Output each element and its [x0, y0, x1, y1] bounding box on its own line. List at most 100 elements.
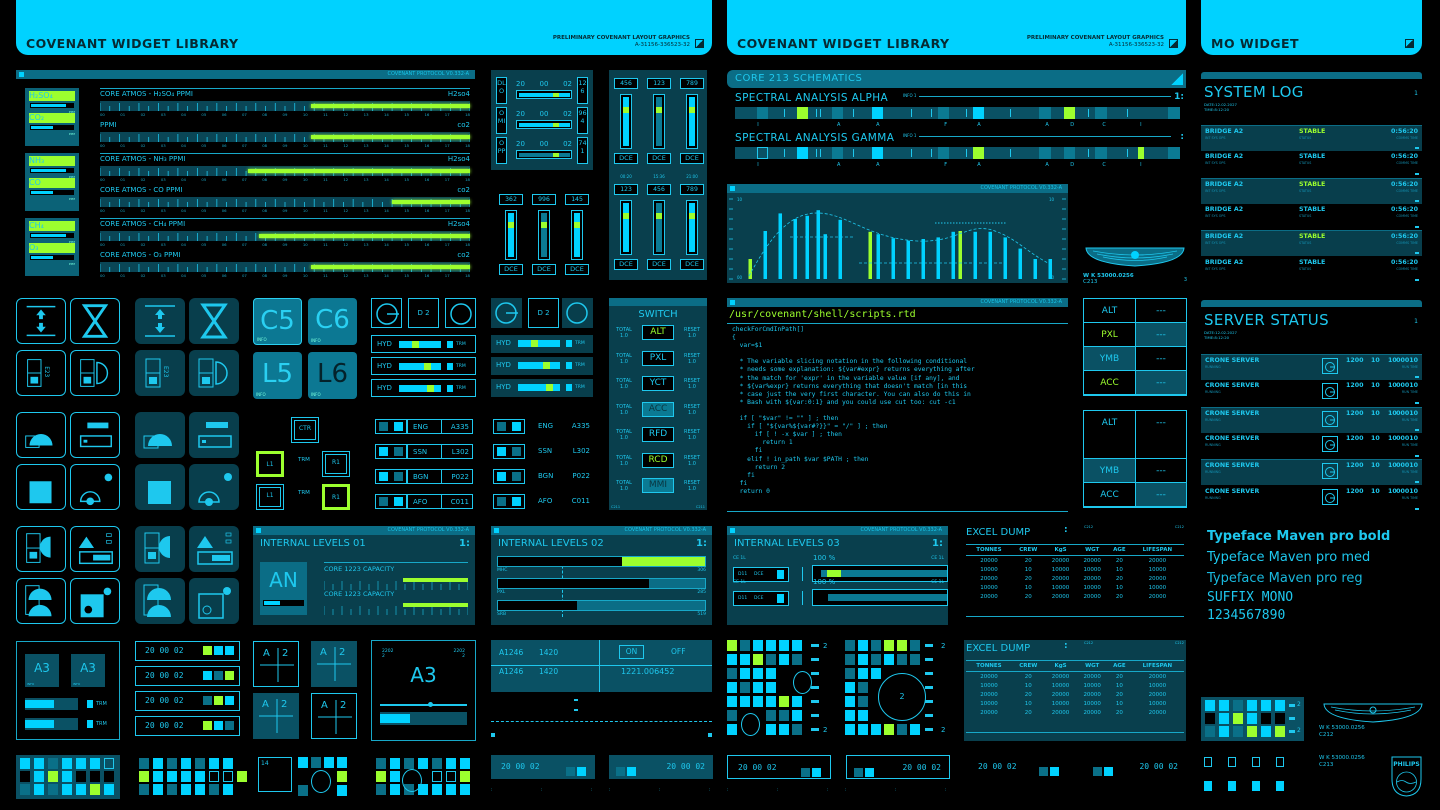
a2-tile[interactable]: A2 [253, 641, 299, 687]
tile-l5[interactable]: L5 INFO [253, 352, 302, 399]
a3-tile[interactable]: A3 INFO [25, 654, 59, 687]
button-l1[interactable]: L1 [256, 451, 284, 477]
box-dot-icon[interactable] [70, 578, 120, 624]
column-header[interactable]: CREW [1011, 660, 1045, 672]
grid-cell[interactable] [337, 771, 347, 782]
readout-row[interactable]: YMB --- [1084, 347, 1186, 371]
on-button[interactable]: ON [619, 645, 644, 659]
log-row[interactable]: BRIDGE A2 INT SYS OPS STABLE STATUS 0:56:20 C… [1201, 230, 1422, 257]
hyd-row[interactable]: HYD TRM [371, 379, 476, 397]
grid-cell[interactable] [1261, 700, 1271, 711]
power-icon[interactable] [1322, 383, 1338, 400]
power-icon[interactable] [1322, 463, 1338, 480]
grid-cell[interactable] [766, 654, 776, 665]
log-row[interactable]: BRIDGE A2 INT SYS OPS STABLE STATUS 0:56:20 C… [1201, 177, 1422, 204]
clock-row[interactable]: 20 00 02 [135, 641, 240, 661]
eng-row[interactable]: AFO C011 [533, 494, 593, 509]
d2-button[interactable]: D 2 [408, 298, 439, 328]
meter-track[interactable] [100, 166, 470, 176]
grid-cell[interactable] [871, 668, 881, 679]
grid-cell[interactable] [753, 654, 763, 665]
eng-row[interactable]: BGN P022 [533, 469, 593, 484]
grid-cell[interactable] [20, 771, 30, 782]
grid-cell[interactable] [740, 682, 750, 693]
readout-row[interactable]: ALT --- [1084, 411, 1186, 459]
eng-row[interactable]: BGN P022 [407, 469, 473, 484]
filled-square[interactable] [1252, 781, 1260, 791]
clock-readout[interactable]: 20 00 02 [609, 755, 713, 779]
grid-cell[interactable] [884, 640, 894, 651]
big-dial[interactable]: 2 [878, 673, 926, 721]
tile-l6[interactable]: L6 INFO [308, 352, 357, 399]
grid-cell[interactable] [779, 640, 789, 651]
switch-button-rcd[interactable]: RCD [642, 452, 674, 468]
script-code[interactable]: checkForCmdInPath[] { var=$1 * The varia… [732, 326, 975, 496]
grid-cell[interactable] [390, 784, 400, 795]
grid-cell[interactable] [139, 758, 149, 769]
log-row[interactable]: BRIDGE A2 INT SYS OPS STABLE STATUS 0:56:20 C… [1201, 151, 1422, 177]
grid-cell[interactable] [792, 696, 802, 707]
grid-cell[interactable] [753, 682, 763, 693]
grid-cell[interactable] [792, 710, 802, 721]
grid-cell[interactable] [766, 724, 776, 735]
door-half-circle-icon[interactable] [70, 350, 120, 396]
grid-cell[interactable] [779, 724, 789, 735]
grid-cell[interactable] [337, 757, 347, 768]
door-e23-icon[interactable]: E23 [16, 350, 66, 396]
grid-cell[interactable] [76, 758, 86, 769]
counter-box[interactable]: 14 [258, 757, 292, 792]
grid-cell[interactable] [727, 696, 737, 707]
filled-square[interactable] [1228, 781, 1236, 791]
grid-cell[interactable] [48, 771, 58, 782]
eng-row[interactable]: ENG A335 [533, 419, 593, 434]
grid-cell[interactable] [845, 654, 855, 665]
vertical-slider[interactable] [538, 210, 550, 260]
grid-cell[interactable] [1261, 726, 1271, 737]
grid-cell[interactable] [884, 654, 894, 665]
hourglass-icon[interactable] [70, 298, 120, 344]
grid-cell[interactable] [871, 724, 881, 735]
grid-cell[interactable] [871, 654, 881, 665]
grid-cell[interactable] [34, 758, 44, 769]
a3-slider[interactable] [380, 702, 467, 707]
grid-cell[interactable] [404, 758, 414, 769]
grid-cell[interactable] [167, 784, 177, 795]
table-row[interactable]: 20000 20 20000 20000 20 20000 [966, 672, 1184, 682]
server-row[interactable]: CRONE SERVER RUNNING 1200 10 10 00010 RUN TIME [1201, 459, 1422, 486]
grid-cell[interactable] [446, 758, 456, 769]
tile-c5[interactable]: C5 INFO [253, 298, 302, 345]
pct-bar[interactable] [812, 589, 948, 606]
grid-cell[interactable] [1219, 713, 1229, 724]
grid-cell[interactable] [1205, 713, 1215, 724]
grid-cell[interactable] [1275, 700, 1285, 711]
grid-cell[interactable] [376, 771, 386, 782]
table-row[interactable]: 20000 20 20000 20000 20 20000 [966, 574, 1184, 583]
grid-cell[interactable] [376, 784, 386, 795]
grid-cell[interactable] [740, 696, 750, 707]
grid-cell[interactable] [845, 640, 855, 651]
grid-cell[interactable] [845, 682, 855, 693]
clock-readout[interactable]: 20 00 02 [968, 755, 1068, 779]
grid-cell[interactable] [792, 724, 802, 735]
grid-cell[interactable] [858, 668, 868, 679]
table-row[interactable]: 20000 20 20000 20000 20 20000 [966, 709, 1184, 718]
hyd-row[interactable]: HYD TRM [371, 357, 476, 375]
column-header[interactable]: LIFESPAN [1130, 660, 1184, 672]
vertical-slider[interactable] [686, 94, 698, 149]
grid-cell[interactable] [740, 640, 750, 651]
toggle-pair[interactable] [493, 444, 525, 459]
grid-cell[interactable] [858, 682, 868, 693]
grid-cell[interactable] [1261, 713, 1271, 724]
d11-box[interactable]: D11 DCE [733, 591, 789, 606]
a2-tile[interactable]: A2 [253, 693, 299, 739]
d2-button[interactable]: D 2 [528, 298, 559, 328]
vertical-slider[interactable] [571, 210, 583, 260]
grid-cell[interactable] [1233, 713, 1243, 724]
a2-tile[interactable]: A2 [311, 641, 357, 687]
table-row[interactable]: 10000 10 10000 10000 10 10000 [966, 681, 1184, 690]
grid-cell[interactable] [20, 784, 30, 795]
double-dome-icon[interactable] [16, 578, 66, 624]
switch-button-alt[interactable]: ALT [642, 325, 674, 340]
grid-cell[interactable] [1275, 713, 1285, 724]
grid-cell[interactable] [181, 758, 191, 769]
